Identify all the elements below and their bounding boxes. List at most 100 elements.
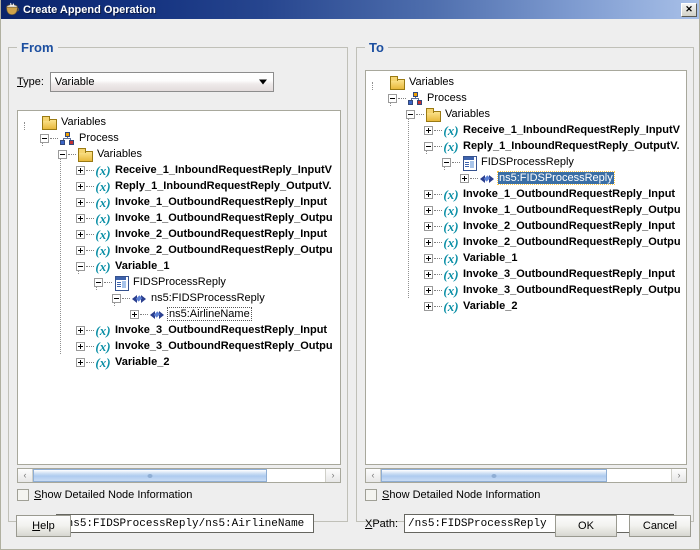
from-scroll-thumb[interactable] — [33, 469, 267, 482]
from-tree-hscrollbar[interactable]: ‹ › — [17, 468, 341, 483]
tree-node-label: Invoke_1_OutboundRequestReply_Input — [115, 196, 328, 208]
to-show-detail-checkbox[interactable] — [365, 489, 377, 501]
tree-node[interactable]: Variables — [20, 146, 340, 162]
tree-node-label: Receive_1_InboundRequestReply_InputV — [463, 124, 680, 136]
tree-node[interactable]: (x) Invoke_1_OutboundRequestReply_Input — [20, 194, 340, 210]
tree-node[interactable]: (x) Invoke_2_OutboundRequestReply_Input — [368, 218, 686, 234]
help-button[interactable]: Help — [16, 515, 71, 537]
tree-collapse-toggle[interactable] — [442, 157, 451, 167]
xml-element-icon — [149, 307, 165, 322]
tree-connector — [68, 153, 76, 155]
tree-connector — [86, 233, 94, 235]
to-show-detail-row[interactable]: Show Detailed Node Information — [365, 489, 540, 501]
tree-expand-toggle[interactable] — [76, 245, 85, 255]
tree-node[interactable]: ns5:FIDSProcessReply — [368, 170, 686, 186]
tree-node[interactable]: Process — [20, 130, 340, 146]
from-show-detail-row[interactable]: Show Detailed Node Information — [17, 489, 192, 501]
tree-node[interactable]: Variables — [368, 106, 686, 122]
tree-expand-toggle[interactable] — [424, 285, 433, 295]
scroll-left-icon[interactable]: ‹ — [18, 469, 33, 482]
variable-icon: (x) — [95, 322, 111, 338]
tree-node[interactable]: (x) Reply_1_InboundRequestReply_OutputV. — [20, 178, 340, 194]
tree-connector — [434, 289, 442, 291]
tree-node[interactable]: FIDSProcessReply — [368, 154, 686, 171]
tree-expand-toggle[interactable] — [424, 269, 433, 279]
tree-node[interactable]: (x) Invoke_3_OutboundRequestReply_Outpu — [20, 338, 340, 354]
type-row: Type: Variable — [17, 72, 274, 92]
tree-node[interactable]: (x) Variable_1 — [20, 258, 340, 274]
tree-expand-toggle[interactable] — [76, 197, 85, 207]
from-variables-tree[interactable]: Variables Process Variables (x) Receive_1_In… — [17, 110, 341, 465]
tree-collapse-toggle[interactable] — [112, 293, 121, 303]
tree-node[interactable]: (x) Receive_1_InboundRequestReply_InputV — [20, 162, 340, 178]
window-titlebar[interactable]: Create Append Operation ✕ — [1, 0, 699, 19]
tree-node[interactable]: (x) Invoke_3_OutboundRequestReply_Input — [20, 322, 340, 338]
window-title: Create Append Operation — [23, 3, 156, 16]
scroll-right-icon[interactable]: › — [325, 469, 340, 482]
to-scroll-thumb[interactable] — [381, 469, 608, 482]
tree-collapse-toggle[interactable] — [424, 141, 433, 151]
tree-node[interactable]: (x) Invoke_1_OutboundRequestReply_Input — [368, 186, 686, 202]
tree-expand-toggle[interactable] — [424, 125, 433, 135]
tree-expand-toggle[interactable] — [424, 189, 433, 199]
tree-collapse-toggle[interactable] — [388, 93, 397, 103]
tree-expand-toggle[interactable] — [76, 165, 85, 175]
from-show-detail-checkbox[interactable] — [17, 489, 29, 501]
tree-node[interactable]: (x) Variable_2 — [20, 354, 340, 370]
tree-node[interactable]: ns5:AirlineName — [20, 306, 340, 322]
tree-node[interactable]: ns5:FIDSProcessReply — [20, 290, 340, 306]
from-scroll-track[interactable] — [33, 469, 325, 482]
tree-expand-toggle[interactable] — [424, 237, 433, 247]
tree-collapse-toggle[interactable] — [94, 277, 103, 287]
tree-expand-toggle[interactable] — [424, 253, 433, 263]
tree-expand-toggle[interactable] — [76, 181, 85, 191]
tree-expand-toggle[interactable] — [424, 301, 433, 311]
message-icon — [461, 155, 477, 171]
tree-node[interactable]: (x) Invoke_1_OutboundRequestReply_Outpu — [368, 202, 686, 218]
scroll-right-icon[interactable]: › — [671, 469, 686, 482]
tree-expand-toggle[interactable] — [130, 309, 139, 319]
tree-node[interactable]: FIDSProcessReply — [20, 274, 340, 291]
tree-collapse-toggle[interactable] — [76, 261, 85, 271]
variable-icon: (x) — [95, 210, 111, 226]
tree-expand-toggle[interactable] — [76, 357, 85, 367]
type-select[interactable]: Variable — [49, 72, 274, 92]
variable-icon: (x) — [95, 162, 111, 178]
to-tree-hscrollbar[interactable]: ‹ › — [365, 468, 687, 483]
tree-node[interactable]: (x) Reply_1_InboundRequestReply_OutputV. — [368, 138, 686, 154]
tree-node-label: Invoke_3_OutboundRequestReply_Input — [463, 268, 676, 280]
tree-collapse-toggle[interactable] — [406, 109, 415, 119]
cancel-button[interactable]: Cancel — [629, 515, 691, 537]
tree-node[interactable]: (x) Variable_1 — [368, 250, 686, 266]
tree-node[interactable]: Variables — [20, 114, 340, 130]
tree-node-label: Variable_1 — [115, 260, 170, 272]
variable-icon: (x) — [443, 282, 459, 298]
tree-node[interactable]: (x) Invoke_2_OutboundRequestReply_Outpu — [20, 242, 340, 258]
tree-collapse-toggle[interactable] — [58, 149, 67, 159]
tree-node-label: Invoke_2_OutboundRequestReply_Input — [463, 220, 676, 232]
tree-node[interactable]: (x) Invoke_3_OutboundRequestReply_Input — [368, 266, 686, 282]
tree-node[interactable]: (x) Invoke_3_OutboundRequestReply_Outpu — [368, 282, 686, 298]
tree-expand-toggle[interactable] — [76, 213, 85, 223]
tree-node[interactable]: (x) Invoke_2_OutboundRequestReply_Input — [20, 226, 340, 242]
scroll-left-icon[interactable]: ‹ — [366, 469, 381, 482]
to-variables-tree[interactable]: Variables Process Variables (x) Receive_1_In… — [365, 70, 687, 465]
tree-node[interactable]: Variables — [368, 74, 686, 90]
tree-connector — [122, 297, 130, 299]
tree-expand-toggle[interactable] — [76, 325, 85, 335]
tree-node[interactable]: (x) Variable_2 — [368, 298, 686, 314]
tree-node[interactable]: (x) Receive_1_InboundRequestReply_InputV — [368, 122, 686, 138]
tree-expand-toggle[interactable] — [76, 229, 85, 239]
tree-expand-toggle[interactable] — [424, 221, 433, 231]
tree-node[interactable]: (x) Invoke_2_OutboundRequestReply_Outpu — [368, 234, 686, 250]
tree-node[interactable]: Process — [368, 90, 686, 106]
ok-button[interactable]: OK — [555, 515, 617, 537]
tree-expand-toggle[interactable] — [76, 341, 85, 351]
to-scroll-track[interactable] — [381, 469, 671, 482]
tree-expand-toggle[interactable] — [460, 173, 469, 183]
tree-node[interactable]: (x) Invoke_1_OutboundRequestReply_Outpu — [20, 210, 340, 226]
tree-collapse-toggle[interactable] — [40, 133, 49, 143]
close-icon[interactable]: ✕ — [681, 2, 697, 17]
tree-expand-toggle[interactable] — [424, 205, 433, 215]
folder-icon — [41, 115, 57, 130]
